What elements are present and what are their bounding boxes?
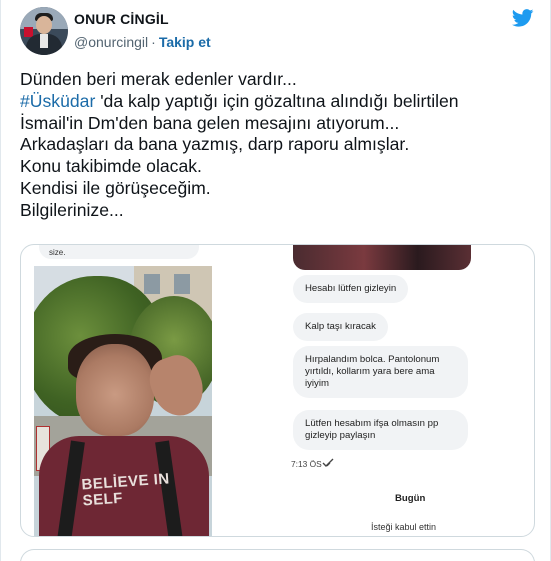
tweet-line-4: Arkadaşları da bana yazmış, darp raporu … — [20, 134, 410, 155]
cut-off-image — [293, 245, 471, 270]
author-name[interactable]: ONUR CİNGİL — [74, 11, 169, 27]
selfie-photo: BELİEVE IN SELF — [34, 266, 212, 536]
next-card-edge — [20, 549, 535, 561]
twitter-bird-icon[interactable] — [512, 9, 534, 27]
request-accepted-notice: İsteği kabul ettin — [371, 522, 437, 532]
cut-off-message: size. — [39, 245, 199, 259]
seen-check-icon — [322, 458, 334, 467]
tweet-line-5: Konu takibimde olacak. — [20, 156, 202, 177]
author-handle-row: @onurcingil · Takip et — [74, 34, 211, 50]
day-divider: Bugün — [395, 493, 426, 504]
separator-dot: · — [151, 34, 156, 50]
tweet-text: Dünden beri merak edenler vardır... #Üsk… — [20, 69, 540, 222]
hashtag-link[interactable]: #Üsküdar — [20, 91, 95, 111]
author-handle[interactable]: @onurcingil — [74, 34, 148, 50]
attached-screenshot[interactable]: size. BELİEVE IN SELF Hesabı lütfen gizl… — [20, 244, 535, 537]
follow-button[interactable]: Takip et — [159, 34, 211, 50]
tweet-line-3: İsmail'in Dm'den bana gelen mesajını atı… — [20, 112, 400, 133]
tweet-line-7: Bilgilerinize... — [20, 199, 124, 220]
author-avatar[interactable] — [20, 7, 68, 55]
message-bubble: Hesabı lütfen gizleyin — [293, 275, 409, 303]
tweet-line-6: Kendisi ile görüşeceğim. — [20, 177, 211, 198]
tweet-card: ONUR CİNGİL @onurcingil · Takip et Dünden … — [0, 0, 551, 561]
tweet-line-1: Dünden beri merak edenler vardır... — [20, 69, 297, 89]
message-bubble: Hırpalandım bolca. Pantolonum yırtıldı, … — [293, 346, 468, 398]
message-bubble: Lütfen hesabım ifşa olmasın pp gizleyip … — [293, 410, 468, 450]
tweet-line-2-text: 'da kalp yaptığı için gözaltına alındığı… — [100, 90, 459, 111]
message-timestamp: 7:13 ÖS — [291, 459, 322, 469]
message-bubble: Kalp taşı kıracak — [293, 313, 388, 341]
tweet-line-2: #Üsküdar 'da kalp yaptığı için gözaltına… — [20, 91, 540, 113]
